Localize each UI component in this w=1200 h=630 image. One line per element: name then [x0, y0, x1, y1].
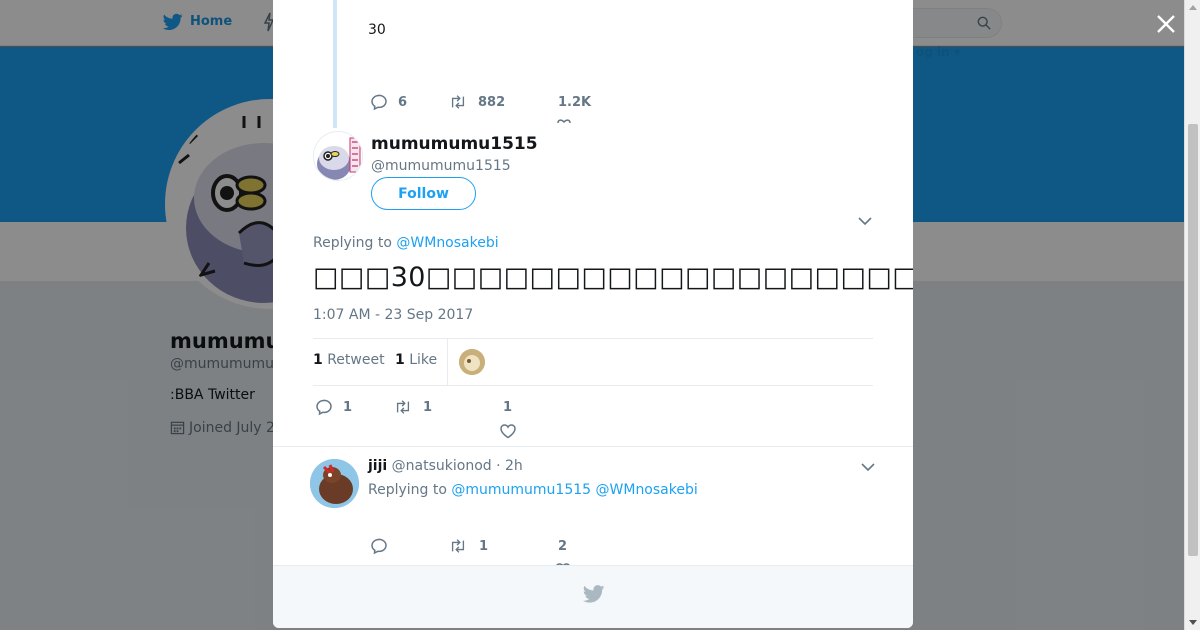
author-fullname[interactable]: mumumumu1515	[371, 134, 538, 154]
reply-retweet-count: 1	[479, 539, 489, 554]
reply-replying-prefix: Replying to	[368, 482, 447, 498]
reply-meta: @natsukionod · 2h	[391, 458, 523, 474]
replying-to: Replying to @WMnosakebi	[313, 235, 499, 251]
tweet-permalink-modal: 30 6 882 1.2K mumumumu1515 @mumumumu1515…	[273, 0, 913, 628]
retweet-count: 1	[423, 400, 433, 415]
heart-icon[interactable]	[555, 117, 573, 123]
chevron-down-icon[interactable]	[858, 216, 872, 226]
retweet-icon[interactable]	[449, 537, 467, 555]
twitter-bird-icon	[583, 585, 605, 603]
reply-replying-to: Replying to @mumumumu1515 @WMnosakebi	[368, 482, 698, 498]
author-screen-name[interactable]: @mumumumu1515	[371, 158, 511, 174]
close-icon[interactable]	[1152, 10, 1180, 38]
tweet-stats: 1 Retweet 1 Like	[313, 338, 873, 386]
liker-avatar[interactable]	[459, 349, 485, 375]
retweet-stat-count: 1	[313, 352, 323, 368]
like-stat[interactable]: 1 Like	[395, 352, 437, 368]
chevron-down-icon[interactable]	[861, 462, 875, 472]
reply-icon[interactable]	[370, 537, 388, 555]
reply-author[interactable]: jiji @natsukionod · 2h	[368, 458, 523, 474]
tweet-timestamp[interactable]: 1:07 AM - 23 Sep 2017	[313, 307, 473, 323]
mention-link-1[interactable]: @mumumumu1515	[451, 482, 591, 498]
replying-to-link[interactable]: @WMnosakebi	[396, 235, 498, 251]
retweet-icon[interactable]	[394, 398, 412, 416]
mention-link-2[interactable]: @WMnosakebi	[596, 482, 698, 498]
like-stat-count: 1	[395, 352, 405, 368]
follow-button[interactable]: Follow	[371, 177, 476, 210]
modal-footer	[273, 565, 913, 628]
reply-count: 1	[343, 400, 353, 415]
retweet-icon[interactable]	[449, 93, 467, 111]
replying-prefix: Replying to	[313, 235, 392, 251]
reply-like-count: 2	[558, 539, 568, 554]
retweet-stat-label: Retweet	[327, 352, 385, 368]
parent-tweet-text: 30	[368, 22, 386, 38]
parent-reply-count: 6	[398, 95, 408, 110]
reply-icon[interactable]	[370, 93, 388, 111]
thread-connector	[333, 0, 337, 128]
scrollbar-thumb[interactable]	[1188, 124, 1198, 556]
like-stat-label: Like	[409, 352, 438, 368]
parent-like-count: 1.2K	[558, 95, 592, 110]
reply-author-avatar[interactable]	[310, 459, 359, 508]
divider	[273, 446, 913, 447]
page-scrollbar[interactable]	[1184, 0, 1200, 630]
scroll-up-arrow[interactable]	[1189, 5, 1197, 10]
stats-divider	[447, 339, 448, 385]
heart-icon[interactable]	[499, 422, 517, 440]
like-count: 1	[503, 400, 513, 415]
reply-icon[interactable]	[315, 398, 333, 416]
retweet-stat[interactable]: 1 Retweet	[313, 352, 385, 368]
reply-fullname[interactable]: jiji	[368, 458, 387, 474]
tweet-text: □□□30□□□□□□□□□□□□□□□□□□□□□□□□□□□□□□□□□□□…	[313, 262, 913, 293]
scroll-down-arrow[interactable]	[1189, 620, 1197, 625]
author-avatar[interactable]	[313, 131, 363, 181]
parent-retweet-count: 882	[478, 95, 506, 110]
